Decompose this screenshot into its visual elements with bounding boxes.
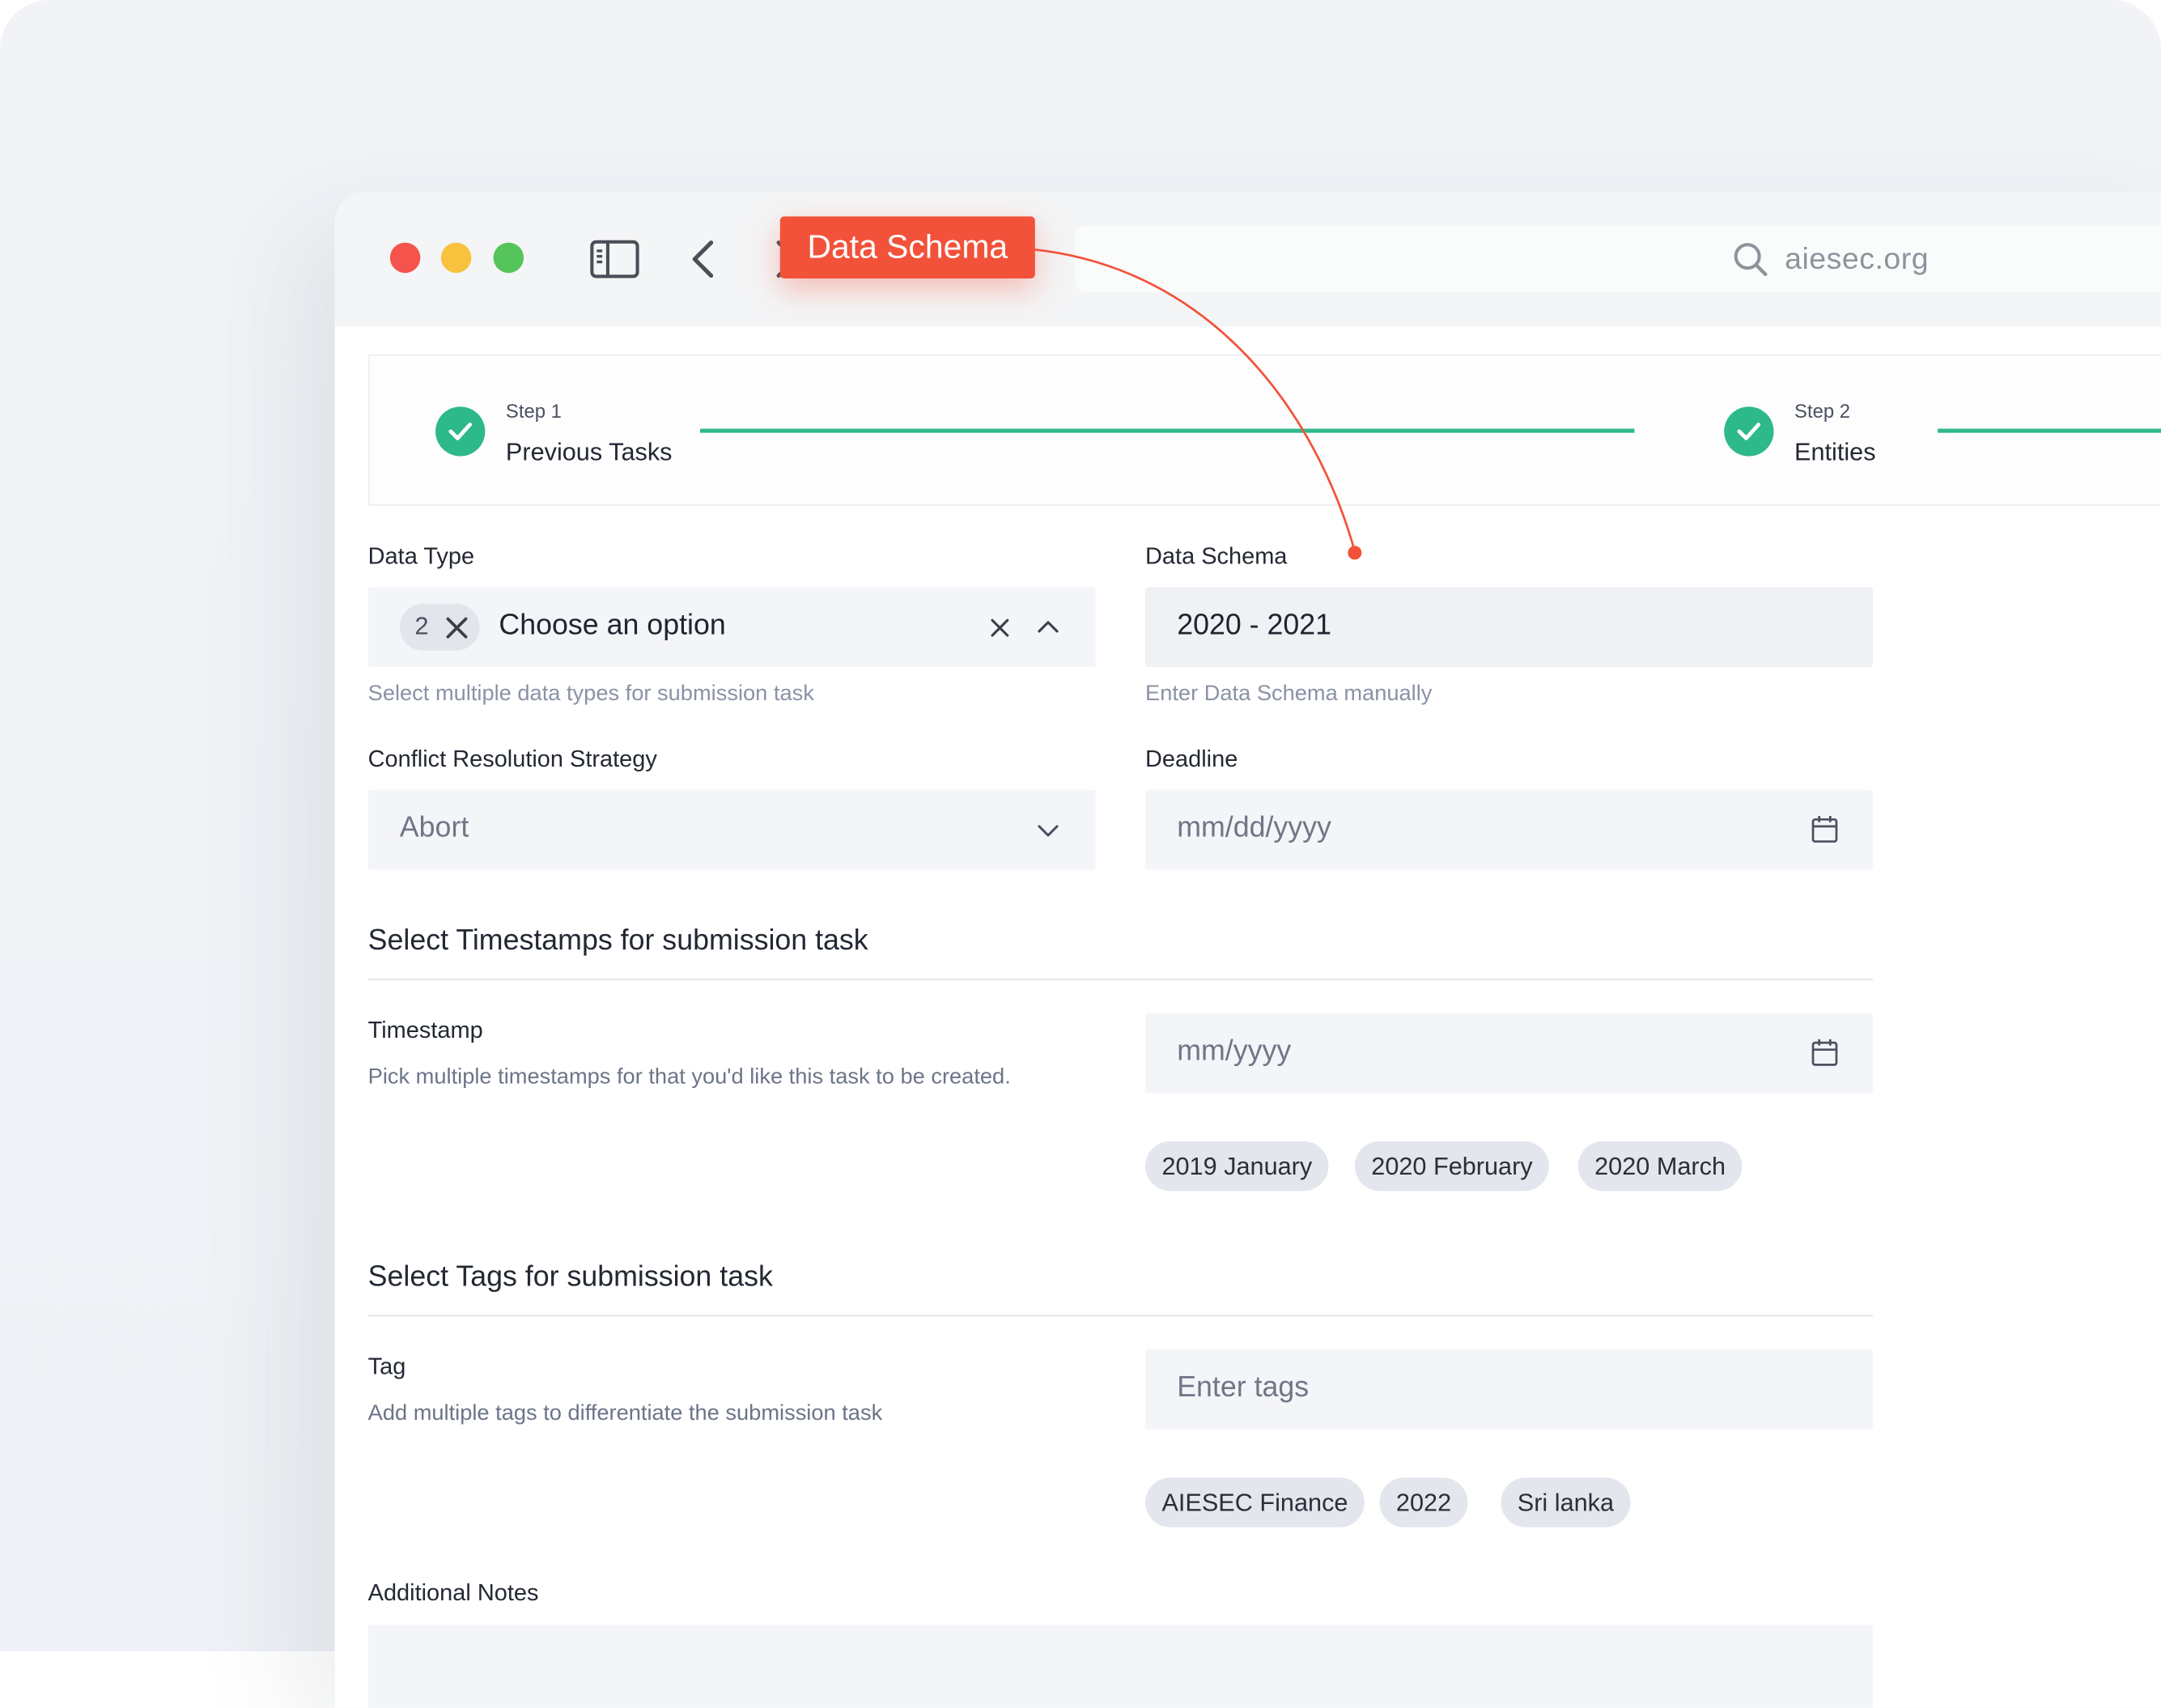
stage: aiesec.org Step 1 Previous Tasks Step 2 … (0, 0, 2161, 1708)
annotation-endpoint (1348, 546, 1362, 560)
annotation-connector (1033, 248, 1362, 560)
annotation-label: Data Schema (779, 216, 1035, 278)
